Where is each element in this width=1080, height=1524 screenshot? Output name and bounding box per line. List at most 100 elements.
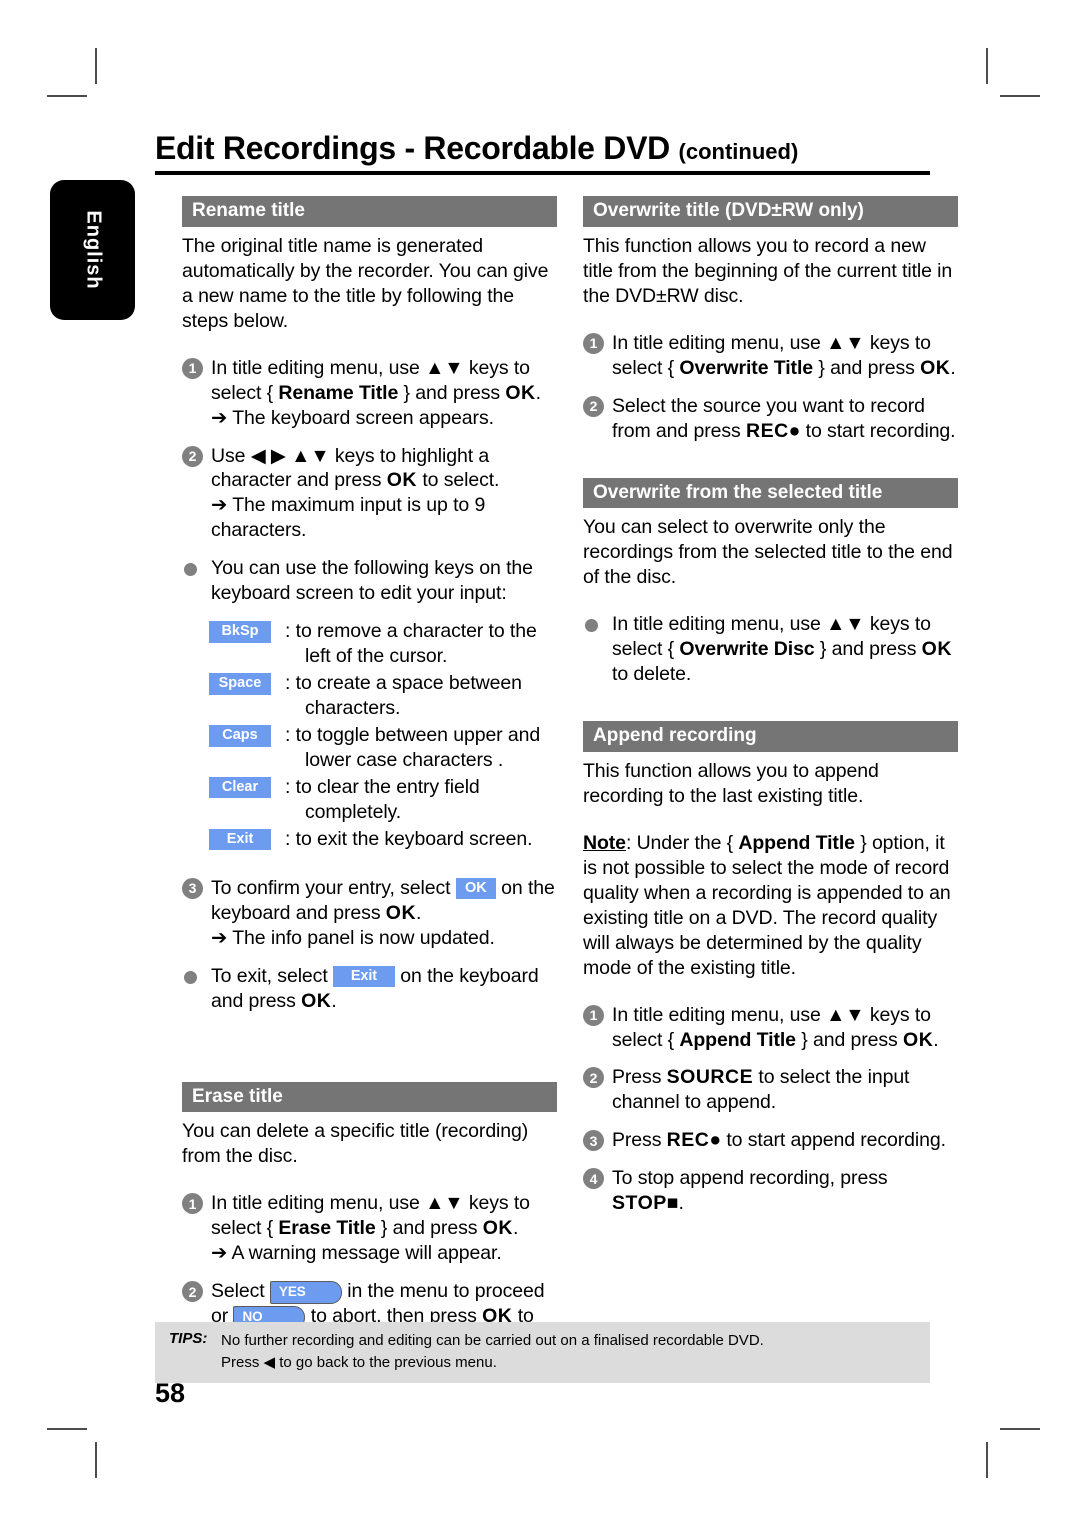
- step-number: 1: [583, 1004, 604, 1026]
- keyboard-key-desc: : to toggle between upper and lower case …: [285, 723, 540, 773]
- step-number: 4: [583, 1168, 604, 1190]
- keyboard-key-row: Clear : to clear the entry field complete…: [209, 775, 557, 825]
- section-header-overwrite-title: Overwrite title (DVD±RW only): [583, 196, 958, 227]
- record-dot-icon: ●: [709, 1129, 722, 1152]
- section-header-overwrite-selected: Overwrite from the selected title: [583, 477, 958, 509]
- language-tab: English: [50, 180, 135, 320]
- result-text: The maximum input is up to 9 characters.: [211, 494, 486, 542]
- arrow-right-icon: ➔: [211, 406, 228, 429]
- ok-key-label: OK: [921, 638, 952, 661]
- rename-step-1: 1 In title editing menu, use ▲▼ keys to …: [182, 356, 557, 431]
- tips-line-1: No further recording and editing can be …: [221, 1332, 764, 1349]
- step-text-a: Press: [612, 1129, 667, 1152]
- ok-key-label: OK: [386, 469, 418, 492]
- ok-key-label: OK: [385, 901, 417, 924]
- updown-keys-icon: ▲▼: [826, 1003, 865, 1026]
- arrow-right-icon: ➔: [211, 1242, 228, 1265]
- desc-line-1: : to toggle between upper and: [285, 724, 541, 747]
- updown-keys-icon: ▲▼: [826, 613, 865, 636]
- yes-button-chip[interactable]: YES: [269, 1281, 342, 1304]
- step-text-d: .: [933, 1028, 939, 1051]
- right-column: Overwrite title (DVD±RW only) This funct…: [583, 196, 958, 1216]
- step-text-c: } and press: [398, 381, 506, 404]
- ok-key-label: OK: [920, 356, 951, 379]
- step-text-c: } and press: [795, 1028, 904, 1051]
- desc-line-2: left of the cursor.: [305, 645, 448, 668]
- keyboard-key-cell: Space: [209, 671, 285, 721]
- ok-key-label: OK: [301, 989, 332, 1012]
- leftright-keys-icon: ◀ ▶: [250, 444, 286, 467]
- append-note: Note: Under the { Append Title } option,…: [583, 831, 958, 981]
- step-text-a: Use: [211, 444, 251, 467]
- keyboard-key-cell: BkSp: [209, 619, 285, 669]
- keyboard-key-row: Caps : to toggle between upper and lower …: [209, 723, 557, 773]
- step-text-d: .: [512, 1217, 519, 1240]
- ok-key-label: OK: [482, 1217, 513, 1240]
- header-rule: [155, 171, 930, 175]
- updown-keys-icon: ▲▼: [826, 331, 865, 354]
- crop-mark-top-left-horizontal: [47, 95, 87, 97]
- left-column: Rename title The original title name is …: [182, 196, 557, 1354]
- step-number: 2: [583, 1067, 604, 1089]
- updown-keys-icon: ▲▼: [425, 356, 464, 379]
- clear-key-chip[interactable]: Clear: [209, 776, 271, 799]
- crop-mark-bottom-left-horizontal: [47, 1428, 87, 1430]
- menu-item-overwrite-disc: Overwrite Disc: [679, 638, 815, 661]
- menu-item-append-title: Append Title: [738, 831, 855, 854]
- desc-line-1: : to create a space between: [285, 672, 522, 695]
- exit-text-a: To exit, select: [211, 964, 333, 987]
- keyboard-keys-table: BkSp : to remove a character to the left …: [209, 619, 557, 852]
- keys-intro-text: You can use the following keys on the ke…: [211, 557, 533, 605]
- section-header-append-recording: Append recording: [583, 721, 958, 752]
- section-header-erase-title: Erase title: [182, 1081, 557, 1113]
- section-header-rename-title: Rename title: [182, 196, 557, 227]
- page-title: Edit Recordings - Recordable DVD (contin…: [155, 130, 930, 171]
- step-text-b: .: [678, 1192, 684, 1215]
- step-text-a: In title editing menu, use: [211, 1192, 426, 1215]
- erase-step-1-result: ➔ A warning message will appear.: [211, 1241, 557, 1266]
- step-text-a: Select: [211, 1280, 270, 1303]
- overwrite-title-step-2: 2 Select the source you want to record f…: [583, 394, 958, 444]
- ok-key-chip[interactable]: OK: [455, 877, 496, 900]
- step-text-c: } and press: [375, 1217, 483, 1240]
- bullet-text-a: In title editing menu, use: [612, 613, 827, 636]
- tips-box: TIPS: No further recording and editing c…: [155, 1322, 930, 1383]
- desc-line-1: : to exit the keyboard screen.: [285, 827, 533, 850]
- manual-page: English Edit Recordings - Recordable DVD…: [0, 0, 1080, 1524]
- bksp-key-chip[interactable]: BkSp: [209, 621, 271, 643]
- result-text: The keyboard screen appears.: [232, 406, 494, 429]
- space-key-chip[interactable]: Space: [209, 673, 271, 695]
- step-text-a: In title editing menu, use: [612, 331, 827, 354]
- caps-key-chip[interactable]: Caps: [209, 725, 271, 747]
- note-label: Note: [583, 831, 626, 854]
- bullet-icon: [184, 970, 197, 984]
- keyboard-key-desc: : to clear the entry field completely.: [285, 775, 480, 825]
- overwrite-selected-intro: You can select to overwrite only the rec…: [583, 516, 953, 589]
- append-step-4: 4 To stop append recording, press STOP■.: [583, 1166, 958, 1216]
- append-step-3: 3 Press REC● to start append recording.: [583, 1128, 958, 1153]
- page-number: 58: [155, 1378, 186, 1408]
- exit-key-chip[interactable]: Exit: [332, 965, 395, 988]
- exit-key-chip[interactable]: Exit: [209, 828, 271, 851]
- rename-step-1-result: ➔ The keyboard screen appears.: [211, 406, 557, 431]
- step-number: 1: [182, 357, 203, 379]
- step-text-c: .: [416, 901, 422, 924]
- rename-step-3-result: ➔ The info panel is now updated.: [211, 926, 557, 951]
- append-intro: This function allows you to append recor…: [583, 759, 879, 807]
- result-text: A warning message will appear.: [231, 1242, 502, 1265]
- overwrite-title-intro: This function allows you to record a new…: [583, 234, 953, 307]
- step-number: 1: [583, 332, 604, 354]
- step-text-d: .: [535, 381, 541, 404]
- stop-key-label: STOP: [612, 1192, 667, 1215]
- keyboard-key-cell: Caps: [209, 723, 285, 773]
- rename-step-3: 3 To confirm your entry, select OK on th…: [182, 876, 557, 951]
- rename-step-2-result: ➔ The maximum input is up to 9 character…: [211, 493, 557, 543]
- crop-mark-top-right-vertical: [986, 48, 988, 84]
- step-text-a: To confirm your entry, select: [211, 876, 456, 899]
- menu-item-rename-title: Rename Title: [278, 381, 399, 404]
- keyboard-key-row: BkSp : to remove a character to the left …: [209, 619, 557, 669]
- step-text-b: to start recording.: [800, 419, 956, 442]
- exit-text-c: .: [331, 989, 337, 1012]
- crop-mark-top-left-vertical: [95, 48, 97, 84]
- crop-mark-bottom-right-horizontal: [1000, 1428, 1040, 1430]
